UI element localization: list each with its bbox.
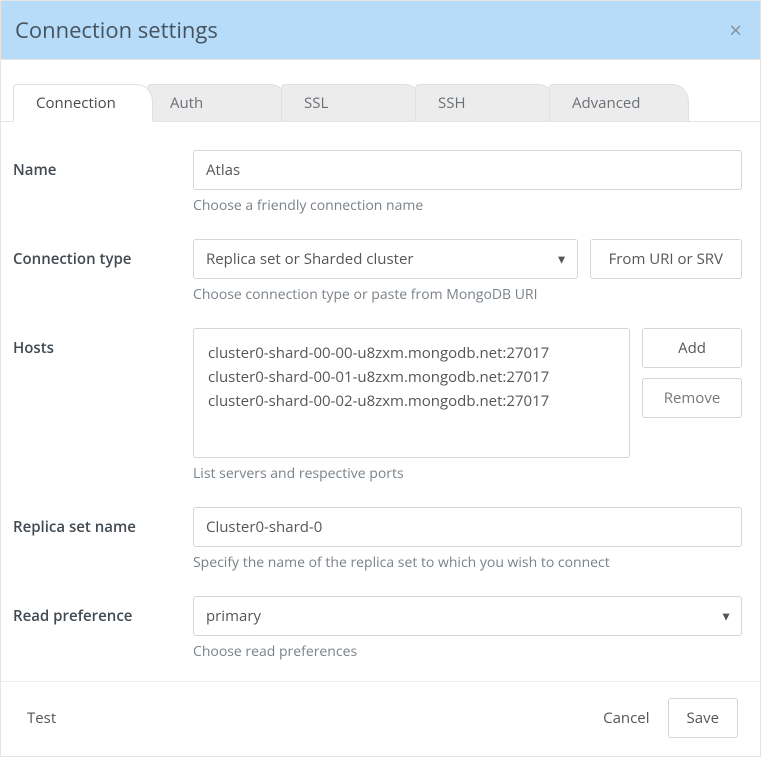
row-replica-set: Replica set name Specify the name of the… bbox=[13, 507, 742, 572]
from-uri-button[interactable]: From URI or SRV bbox=[590, 239, 742, 279]
tabs-bar: Connection Auth SSL SSH Advanced bbox=[1, 60, 760, 122]
form-area: Name Choose a friendly connection name C… bbox=[1, 122, 760, 681]
label-connection-type: Connection type bbox=[13, 239, 193, 269]
label-replica-set: Replica set name bbox=[13, 507, 193, 537]
add-host-button[interactable]: Add bbox=[642, 328, 742, 368]
hosts-side-buttons: Add Remove bbox=[642, 328, 742, 418]
row-read-preference: Read preference primary ▼ Choose read pr… bbox=[13, 596, 742, 661]
connection-settings-dialog: Connection settings × Connection Auth SS… bbox=[0, 0, 761, 757]
tab-ssh[interactable]: SSH bbox=[415, 84, 555, 121]
close-icon[interactable]: × bbox=[729, 19, 742, 41]
label-read-preference: Read preference bbox=[13, 596, 193, 626]
name-input[interactable] bbox=[193, 150, 742, 190]
connection-type-select-wrap: Replica set or Sharded cluster ▼ bbox=[193, 239, 578, 279]
host-item[interactable]: cluster0-shard-00-01-u8zxm.mongodb.net:2… bbox=[208, 365, 615, 389]
save-button[interactable]: Save bbox=[668, 698, 738, 738]
replica-set-input[interactable] bbox=[193, 507, 742, 547]
label-hosts: Hosts bbox=[13, 328, 193, 358]
helper-name: Choose a friendly connection name bbox=[193, 196, 742, 215]
host-item[interactable]: cluster0-shard-00-02-u8zxm.mongodb.net:2… bbox=[208, 389, 615, 413]
row-hosts: Hosts cluster0-shard-00-00-u8zxm.mongodb… bbox=[13, 328, 742, 483]
dialog-title: Connection settings bbox=[15, 15, 218, 45]
hosts-listbox[interactable]: cluster0-shard-00-00-u8zxm.mongodb.net:2… bbox=[193, 328, 630, 458]
host-item[interactable]: cluster0-shard-00-00-u8zxm.mongodb.net:2… bbox=[208, 341, 615, 365]
label-name: Name bbox=[13, 150, 193, 180]
connection-type-select[interactable]: Replica set or Sharded cluster bbox=[193, 239, 578, 279]
cancel-button[interactable]: Cancel bbox=[599, 702, 653, 734]
tab-advanced[interactable]: Advanced bbox=[549, 84, 689, 121]
test-button[interactable]: Test bbox=[23, 702, 60, 734]
read-preference-select[interactable]: primary bbox=[193, 596, 742, 636]
row-connection-type: Connection type Replica set or Sharded c… bbox=[13, 239, 742, 304]
row-name: Name Choose a friendly connection name bbox=[13, 150, 742, 215]
tab-auth[interactable]: Auth bbox=[147, 84, 287, 121]
dialog-footer: Test Cancel Save bbox=[1, 681, 760, 756]
remove-host-button[interactable]: Remove bbox=[642, 378, 742, 418]
helper-replica-set: Specify the name of the replica set to w… bbox=[193, 553, 742, 572]
read-pref-select-wrap: primary ▼ bbox=[193, 596, 742, 636]
helper-hosts: List servers and respective ports bbox=[193, 464, 742, 483]
tab-connection[interactable]: Connection bbox=[13, 84, 153, 122]
helper-read-pref: Choose read preferences bbox=[193, 642, 742, 661]
tab-ssl[interactable]: SSL bbox=[281, 84, 421, 121]
helper-connection-type: Choose connection type or paste from Mon… bbox=[193, 285, 742, 304]
dialog-header: Connection settings × bbox=[1, 1, 760, 60]
